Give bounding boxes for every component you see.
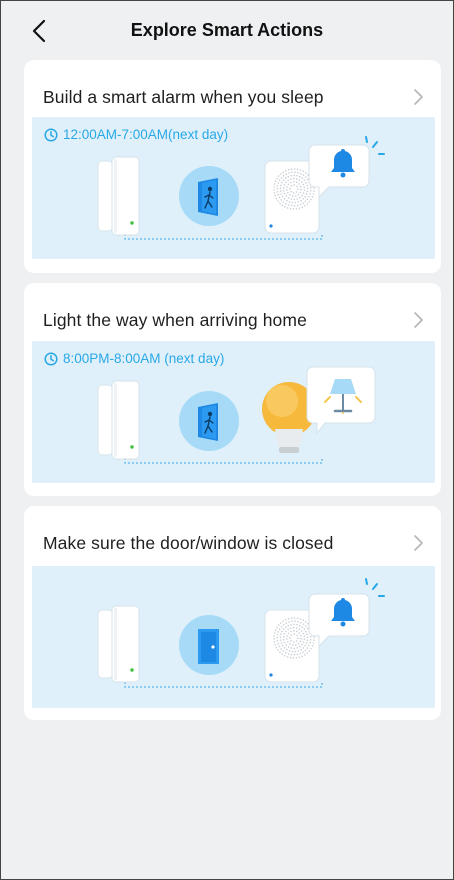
door-sensor-icon — [97, 605, 140, 683]
action-illustration: 8:00PM-8:00AM (next day) — [32, 341, 435, 483]
scene-graphic — [97, 578, 385, 688]
scene-graphic — [97, 136, 385, 240]
bell-icon — [308, 578, 385, 648]
scene-graphic — [97, 366, 376, 464]
action-illustration: 12:00AM-7:00AM(next day) — [32, 117, 435, 259]
header: Explore Smart Actions — [0, 0, 454, 60]
smart-action-card-door-closed[interactable]: Make sure the door/window is closed — [24, 506, 441, 720]
bell-icon — [308, 136, 385, 199]
smart-action-card-alarm[interactable]: Build a smart alarm when you sleep 12:00… — [24, 60, 441, 273]
chevron-right-icon — [414, 89, 423, 105]
door-sensor-icon — [97, 380, 140, 460]
door-person-icon — [179, 166, 239, 226]
smart-action-card-light[interactable]: Light the way when arriving home 8:00PM-… — [24, 283, 441, 496]
card-title: Light the way when arriving home — [43, 310, 307, 330]
page-title: Explore Smart Actions — [130, 20, 324, 40]
chevron-right-icon — [414, 535, 423, 551]
card-title: Make sure the door/window is closed — [43, 533, 334, 553]
door-icon — [179, 615, 239, 675]
card-title: Build a smart alarm when you sleep — [43, 87, 324, 107]
chevron-right-icon — [414, 312, 423, 328]
action-illustration — [32, 566, 435, 708]
lamp-icon — [306, 366, 376, 435]
door-sensor-icon — [97, 156, 140, 236]
door-person-icon — [179, 391, 239, 451]
